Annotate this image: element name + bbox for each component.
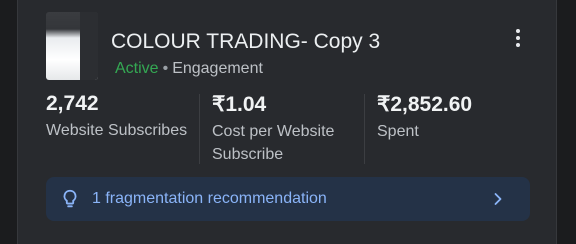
campaign-title[interactable]: COLOUR TRADING- Copy 3 — [111, 30, 380, 54]
chevron-right-icon[interactable] — [488, 189, 508, 209]
campaign-objective: Engagement — [172, 60, 263, 77]
campaign-status-line: Active • Engagement — [115, 60, 263, 78]
metric-divider — [199, 94, 200, 164]
metric-cost-per-subscribe: ₹1.04 Cost per Website Subscribe — [212, 92, 352, 166]
metric-spent: ₹2,852.60 Spent — [377, 92, 527, 143]
status-separator: • — [162, 60, 169, 77]
lightbulb-icon — [58, 187, 82, 211]
recommendation-banner[interactable]: 1 fragmentation recommendation — [46, 177, 530, 221]
campaign-thumbnail — [46, 12, 98, 80]
metric-value: ₹2,852.60 — [377, 93, 473, 116]
metric-website-subscribes: 2,742 Website Subscribes — [46, 92, 196, 142]
status-active: Active — [115, 60, 159, 77]
more-vert-icon[interactable] — [506, 24, 530, 52]
recommendation-text: 1 fragmentation recommendation — [92, 190, 327, 207]
metric-label: Website Subscribes — [46, 122, 188, 139]
metric-label: Cost per Website Subscribe — [212, 123, 335, 163]
metric-value: 2,742 — [46, 92, 99, 115]
campaign-card[interactable]: COLOUR TRADING- Copy 3 Active • Engagement… — [17, 0, 557, 244]
metric-divider — [364, 94, 365, 164]
metric-label: Spent — [377, 123, 419, 140]
metric-value: ₹1.04 — [212, 93, 267, 116]
